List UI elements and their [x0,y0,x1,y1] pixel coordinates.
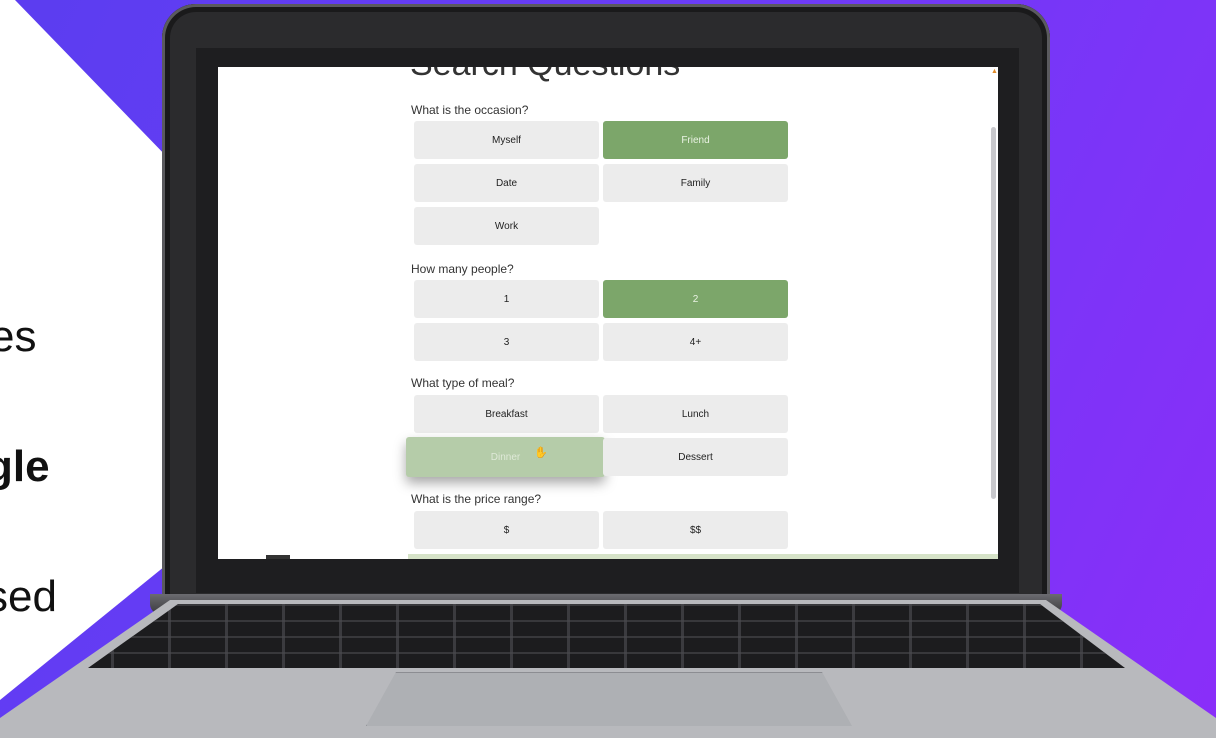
side-text-line-2: gle [0,442,50,491]
dock-thumbnail [266,555,290,559]
question-occasion-label: What is the occasion? [411,103,529,117]
option-people-4plus-button[interactable]: 4+ [603,323,788,361]
option-friend-button[interactable]: Friend [603,121,788,159]
scroll-up-arrow-icon[interactable]: ▲ [991,68,998,75]
option-work-button[interactable]: Work [414,207,599,245]
mouse-cursor-icon: ✋ [534,447,548,459]
option-price-2-button[interactable]: $$ [603,511,788,549]
option-people-1-button[interactable]: 1 [414,280,599,318]
option-people-2-button[interactable]: 2 [603,280,788,318]
question-people-label: How many people? [411,262,514,276]
side-text-line-1: es [0,312,37,361]
option-date-button[interactable]: Date [414,164,599,202]
option-breakfast-button[interactable]: Breakfast [414,395,599,433]
laptop-screen: Search Questions ▲ What is the occasion?… [218,67,998,559]
option-dessert-button[interactable]: Dessert [603,438,788,476]
map-preview-strip [408,554,998,559]
option-family-button[interactable]: Family [603,164,788,202]
option-myself-button[interactable]: Myself [414,121,599,159]
question-price-label: What is the price range? [411,492,542,506]
scrollbar-thumb[interactable] [991,127,996,499]
option-people-3-button[interactable]: 3 [414,323,599,361]
side-text-line-3: sed [0,572,57,621]
option-price-1-button[interactable]: $ [414,511,599,549]
option-lunch-button[interactable]: Lunch [603,395,788,433]
page-title: Search Questions [410,67,680,84]
question-meal-label: What type of meal? [411,376,515,390]
option-dinner-button[interactable]: Dinner [406,437,605,477]
laptop-trackpad [366,672,852,726]
